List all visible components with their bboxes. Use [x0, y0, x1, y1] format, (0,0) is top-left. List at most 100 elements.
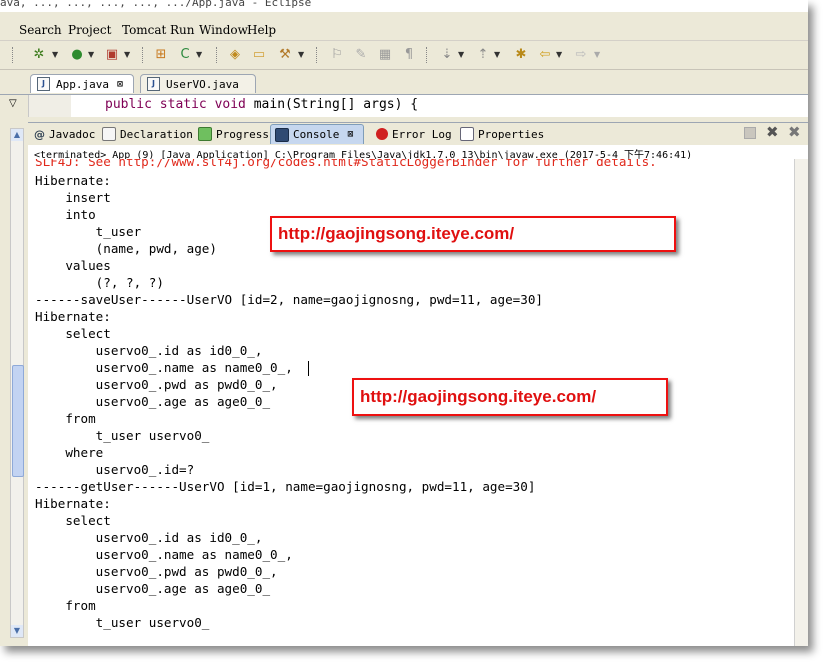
menu-help[interactable]: Help: [247, 23, 276, 37]
toolbar-separator: [12, 47, 15, 63]
tab-label: UserVO.java: [166, 77, 239, 91]
java-file-icon: J: [37, 77, 50, 91]
console-line: Hibernate:: [35, 309, 111, 324]
console-vertical-scrollbar[interactable]: [794, 159, 808, 646]
console-line: ------saveUser------UserVO [id=2, name=g…: [35, 292, 543, 307]
console-line: into: [35, 207, 96, 222]
new-class-icon[interactable]: C: [176, 46, 194, 64]
console-line: ------getUser------UserVO [id=1, name=ga…: [35, 479, 536, 494]
pin-icon[interactable]: ⚐: [328, 46, 346, 64]
open-folder-icon[interactable]: ▭: [250, 46, 268, 64]
console-icon: [275, 127, 289, 142]
block-icon[interactable]: ▦: [376, 46, 394, 64]
next-annotation-icon[interactable]: ⇣: [438, 46, 456, 64]
tab-error-log[interactable]: Error Log: [372, 124, 456, 144]
console-line: t_user: [35, 224, 142, 239]
scroll-up-icon[interactable]: ▲: [11, 129, 23, 141]
debug-icon[interactable]: ✲: [30, 46, 48, 64]
tab-app-java[interactable]: J App.java ⊠: [30, 74, 134, 93]
console-line: uservo0_.age as age0_0_: [35, 394, 271, 409]
toolbar-separator: [316, 47, 319, 63]
close-icon[interactable]: ⊠: [117, 79, 123, 90]
console-line: uservo0_.id as id0_0_,: [35, 343, 263, 358]
chevron-down-icon[interactable]: ▼: [458, 50, 464, 59]
console-line: from: [35, 411, 96, 426]
run-icon[interactable]: ●: [68, 46, 86, 64]
tab-progress[interactable]: Progress: [194, 124, 273, 144]
console-line: insert: [35, 190, 111, 205]
tab-properties[interactable]: Properties: [456, 124, 548, 144]
console-line: uservo0_.pwd as pwd0_0_,: [35, 564, 278, 579]
console-line: values: [35, 258, 111, 273]
stop-icon[interactable]: [744, 127, 756, 139]
back-icon[interactable]: ⇦: [536, 46, 554, 64]
console-line: from: [35, 598, 96, 613]
console-line: uservo0_.age as age0_0_: [35, 581, 271, 596]
java-file-icon: J: [147, 77, 160, 91]
tab-declaration[interactable]: Declaration: [98, 124, 197, 144]
tab-uservo-java[interactable]: J UserVO.java: [140, 74, 256, 93]
external-tools-icon[interactable]: ▣: [103, 46, 121, 64]
chevron-down-icon[interactable]: ▽: [9, 98, 17, 109]
menu-run[interactable]: Run: [170, 23, 195, 37]
wand-icon[interactable]: ⚒: [276, 46, 294, 64]
watermark-link: http://gaojingsong.iteye.com/: [352, 378, 668, 416]
scrollbar-thumb[interactable]: [12, 365, 24, 477]
code-editor[interactable]: public static void main(String[] args) {: [28, 95, 808, 117]
scroll-down-icon[interactable]: ▼: [11, 625, 23, 637]
chevron-down-icon[interactable]: ▼: [556, 50, 562, 59]
console-stderr-line: SLF4J: See http://www.slf4j.org/codes.ht…: [35, 159, 657, 169]
console-line: Hibernate:: [35, 496, 111, 511]
menu-project[interactable]: Project: [68, 23, 111, 37]
text-cursor: [308, 361, 309, 376]
eclipse-window: ava, ..., ..., ..., ..., .../App.java - …: [0, 0, 808, 646]
title-bar: ava, ..., ..., ..., ..., .../App.java - …: [0, 0, 808, 12]
chevron-down-icon[interactable]: ▼: [124, 50, 130, 59]
console-line: t_user uservo0_: [35, 615, 210, 630]
toolbar-separator: [426, 47, 429, 63]
paragraph-icon[interactable]: ¶: [400, 46, 418, 64]
menu-window[interactable]: Window: [199, 23, 248, 37]
console-line: uservo0_.id=?: [35, 462, 195, 477]
properties-icon: [460, 127, 474, 141]
chevron-down-icon[interactable]: ▼: [52, 50, 58, 59]
chevron-down-icon[interactable]: ▼: [494, 50, 500, 59]
console-line: where: [35, 445, 104, 460]
open-type-icon[interactable]: ◈: [226, 46, 244, 64]
chevron-down-icon[interactable]: ▼: [298, 50, 304, 59]
console-status: <terminated> App (9) [Java Application] …: [28, 145, 808, 160]
editor-gutter: [29, 95, 71, 117]
window-title: ava, ..., ..., ..., ..., .../App.java - …: [0, 0, 312, 9]
console-line: select: [35, 326, 111, 341]
tab-console[interactable]: Console ⊠: [270, 124, 364, 144]
forward-icon[interactable]: ⇨: [572, 46, 590, 64]
console-line: uservo0_.id as id0_0_,: [35, 530, 263, 545]
menu-tomcat[interactable]: Tomcat: [122, 23, 166, 37]
remove-launch-icon[interactable]: ✖: [766, 123, 779, 141]
tab-javadoc[interactable]: @ Javadoc: [30, 124, 99, 144]
console-line: uservo0_.name as name0_0_,: [35, 547, 293, 562]
left-scrollbar[interactable]: ▲ ▼: [10, 128, 24, 638]
code-line: public static void main(String[] args) {: [105, 97, 419, 112]
chevron-down-icon[interactable]: ▼: [594, 50, 600, 59]
console-line: select: [35, 513, 111, 528]
menu-search[interactable]: Search: [19, 23, 62, 37]
progress-icon: [198, 127, 212, 141]
remove-all-icon[interactable]: ✖: [788, 123, 801, 141]
new-package-icon[interactable]: ⊞: [152, 46, 170, 64]
watermark-link: http://gaojingsong.iteye.com/: [270, 216, 676, 252]
console-line: (?, ?, ?): [35, 275, 164, 290]
pen-icon[interactable]: ✎: [352, 46, 370, 64]
tab-label: App.java: [56, 77, 109, 91]
declaration-icon: [102, 127, 116, 141]
chevron-down-icon[interactable]: ▼: [88, 50, 94, 59]
prev-annotation-icon[interactable]: ⇡: [474, 46, 492, 64]
console-line: t_user uservo0_: [35, 428, 210, 443]
chevron-down-icon[interactable]: ▼: [196, 50, 202, 59]
toolbar-separator: [142, 47, 145, 63]
toolbar-separator: [216, 47, 219, 63]
error-icon: [376, 128, 388, 140]
last-edit-icon[interactable]: ✱: [512, 46, 530, 64]
close-icon[interactable]: ⊠: [347, 129, 353, 140]
console-line: (name, pwd, age): [35, 241, 217, 256]
